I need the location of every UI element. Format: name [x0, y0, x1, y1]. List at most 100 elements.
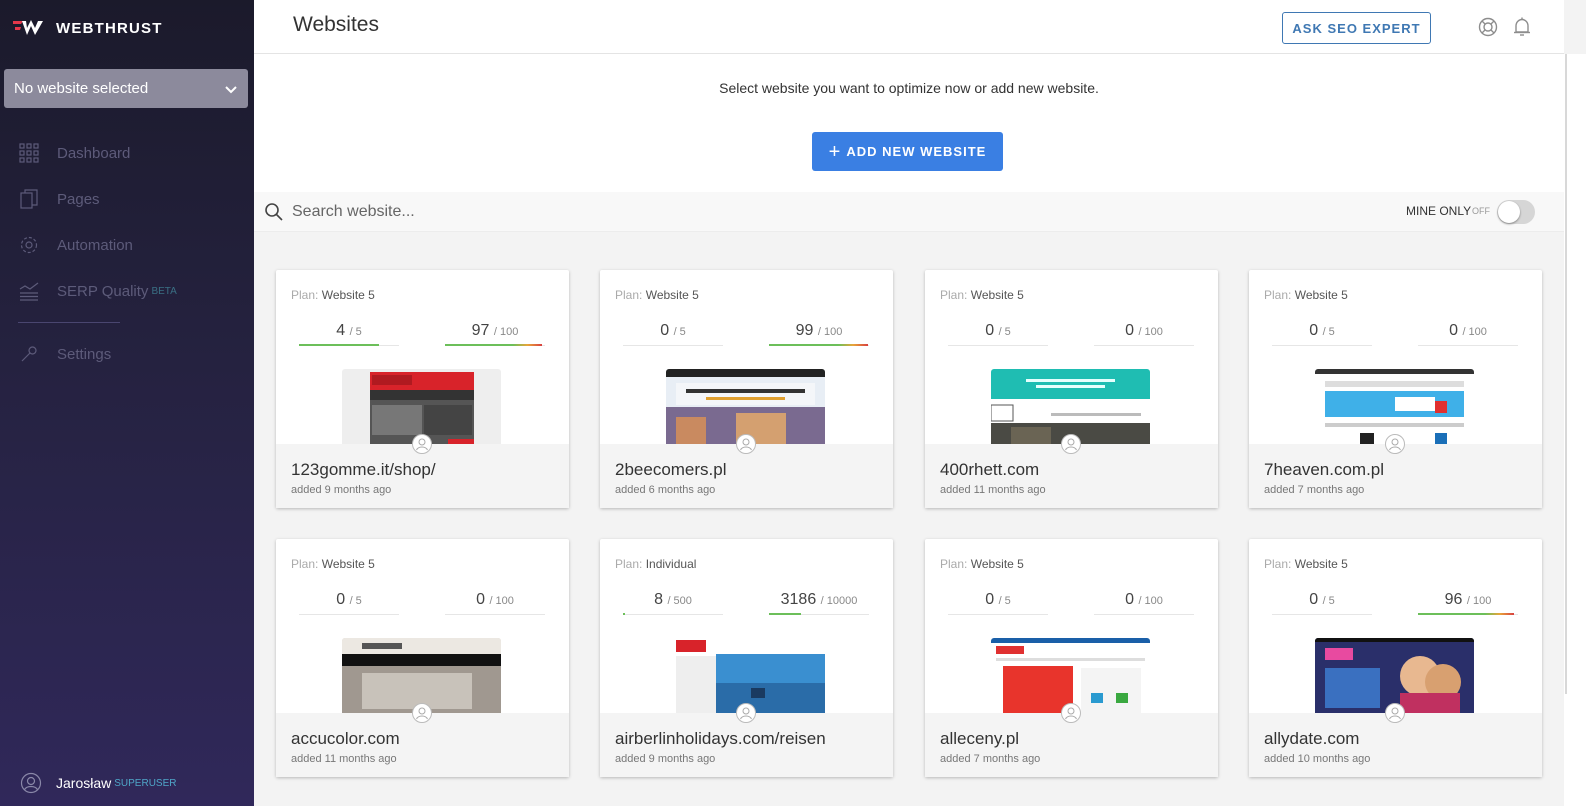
- metric-max: / 5: [1322, 595, 1335, 607]
- plan-text: Plan: Website 5: [940, 557, 1024, 571]
- search-icon: [265, 203, 283, 221]
- avatar: [736, 703, 756, 723]
- metric-track: [1094, 614, 1194, 615]
- user-icon: [20, 772, 42, 794]
- website-card[interactable]: Plan: Website 5 0 / 5 96 / 100 allydate.…: [1249, 539, 1542, 777]
- plan-text: Plan: Website 5: [291, 288, 375, 302]
- plan-name: Website 5: [1294, 288, 1348, 302]
- metric-max: / 10000: [820, 595, 858, 607]
- metric-track: [1272, 614, 1372, 615]
- sidebar-item-label: Automation: [57, 236, 133, 254]
- website-card[interactable]: Plan: Website 5 0 / 5 0 / 100 alleceny.p…: [925, 539, 1218, 777]
- metric-bar: [623, 613, 625, 615]
- score-metric: 0 / 100: [1418, 322, 1518, 346]
- metric-max: / 5: [998, 595, 1011, 607]
- ask-seo-expert-button[interactable]: ASK SEO EXPERT: [1282, 12, 1431, 44]
- page-title: Websites: [293, 13, 379, 36]
- website-card[interactable]: Plan: Individual 8 / 500 3186 / 10000 ai…: [600, 539, 893, 777]
- website-thumbnail: [991, 638, 1150, 713]
- user-menu[interactable]: Jarosław SUPERUSER: [20, 772, 177, 794]
- logo-icon: [13, 20, 43, 35]
- metric-track: [1418, 345, 1518, 346]
- metric-bar: [769, 344, 868, 346]
- card-footer: alleceny.pl added 7 months ago: [925, 703, 1218, 777]
- metric-value: 0: [985, 591, 995, 608]
- metric-bar: [299, 344, 379, 346]
- website-card[interactable]: Plan: Website 5 0 / 5 99 / 100 2beecomer…: [600, 270, 893, 508]
- metric-value: 8: [654, 591, 663, 608]
- intro-panel: Select website you want to optimize now …: [254, 54, 1564, 192]
- plan-label: Plan:: [291, 288, 319, 302]
- metric-value: 0: [476, 591, 485, 608]
- plan-name: Website 5: [970, 557, 1024, 571]
- pages-metric: 0 / 5: [948, 591, 1048, 615]
- metric-value: 96: [1444, 591, 1463, 608]
- sidebar-item-label: SERP Quality: [57, 282, 149, 300]
- scrollbar-track: [1564, 54, 1586, 806]
- score-metric: 0 / 100: [1094, 591, 1194, 615]
- card-footer: 2beecomers.pl added 6 months ago: [600, 434, 893, 508]
- metric-track: [623, 345, 723, 346]
- plan-name: Website 5: [1294, 557, 1348, 571]
- sidebar-item-label: Settings: [57, 345, 112, 363]
- sidebar-nav: Dashboard Pages Automation SERP Quality …: [0, 130, 254, 377]
- sidebar-item-pages[interactable]: Pages: [0, 176, 254, 222]
- metric-max: / 100: [1138, 595, 1163, 607]
- sidebar-item-automation[interactable]: Automation: [0, 222, 254, 268]
- website-card[interactable]: Plan: Website 5 4 / 5 97 / 100 123gomme.…: [276, 270, 569, 508]
- added-date: added 11 months ago: [940, 484, 1046, 496]
- bell-icon[interactable]: [1511, 16, 1533, 38]
- metric-max: / 5: [673, 326, 686, 338]
- score-metric: 96 / 100: [1418, 591, 1518, 615]
- website-select[interactable]: No website selected: [4, 69, 248, 108]
- gear-icon: [18, 234, 40, 256]
- plan-label: Plan:: [940, 557, 968, 571]
- metric-max: / 100: [1466, 595, 1492, 607]
- website-name: 2beecomers.pl: [615, 460, 727, 479]
- score-metric: 99 / 100: [769, 322, 869, 346]
- score-metric: 0 / 100: [1094, 322, 1194, 346]
- website-card[interactable]: Plan: Website 5 0 / 5 0 / 100 400rhett.c…: [925, 270, 1218, 508]
- scrollbar[interactable]: [1565, 54, 1567, 694]
- sidebar-item-dashboard[interactable]: Dashboard: [0, 130, 254, 176]
- app-logo[interactable]: WEBTHRUST: [12, 18, 163, 38]
- metric-max: / 100: [493, 326, 519, 338]
- metric-bar: [445, 344, 542, 346]
- add-new-website-button[interactable]: + ADD NEW WEBSITE: [812, 132, 1003, 171]
- chevron-down-icon: [225, 85, 237, 93]
- added-date: added 7 months ago: [940, 753, 1041, 765]
- pages-metric: 4 / 5: [299, 322, 399, 346]
- app-name: WEBTHRUST: [56, 19, 163, 37]
- metric-value: 0: [1449, 322, 1458, 339]
- metric-value: 4: [336, 322, 346, 339]
- metric-max: / 5: [349, 326, 362, 338]
- plan-text: Plan: Website 5: [615, 288, 699, 302]
- sidebar-item-serp-quality[interactable]: SERP Quality BETA: [0, 268, 254, 314]
- website-name: 400rhett.com: [940, 460, 1040, 479]
- website-thumbnail: [666, 369, 825, 444]
- plan-name: Website 5: [321, 288, 375, 302]
- sidebar-item-settings[interactable]: Settings: [0, 331, 254, 377]
- website-card[interactable]: Plan: Website 5 0 / 5 0 / 100 7heaven.co…: [1249, 270, 1542, 508]
- plan-name: Individual: [645, 557, 697, 571]
- metric-track: [948, 345, 1048, 346]
- mine-only-toggle[interactable]: [1497, 200, 1535, 224]
- pages-metric: 0 / 5: [1272, 591, 1372, 615]
- card-footer: 400rhett.com added 11 months ago: [925, 434, 1218, 508]
- website-select-value: No website selected: [14, 80, 149, 97]
- metric-value: 0: [985, 322, 995, 339]
- avatar: [1385, 703, 1405, 723]
- plan-name: Website 5: [645, 288, 699, 302]
- plan-text: Plan: Individual: [615, 557, 696, 571]
- help-icon[interactable]: [1477, 16, 1499, 38]
- plan-text: Plan: Website 5: [291, 557, 375, 571]
- plan-text: Plan: Website 5: [1264, 288, 1348, 302]
- website-card[interactable]: Plan: Website 5 0 / 5 0 / 100 accucolor.…: [276, 539, 569, 777]
- metric-value: 0: [1125, 322, 1134, 339]
- search-input[interactable]: [292, 198, 892, 226]
- website-name: 123gomme.it/shop/: [291, 460, 436, 479]
- avatar: [1061, 703, 1081, 723]
- website-name: 7heaven.com.pl: [1264, 460, 1385, 479]
- metric-track: [623, 614, 723, 615]
- pages-icon: [18, 188, 40, 210]
